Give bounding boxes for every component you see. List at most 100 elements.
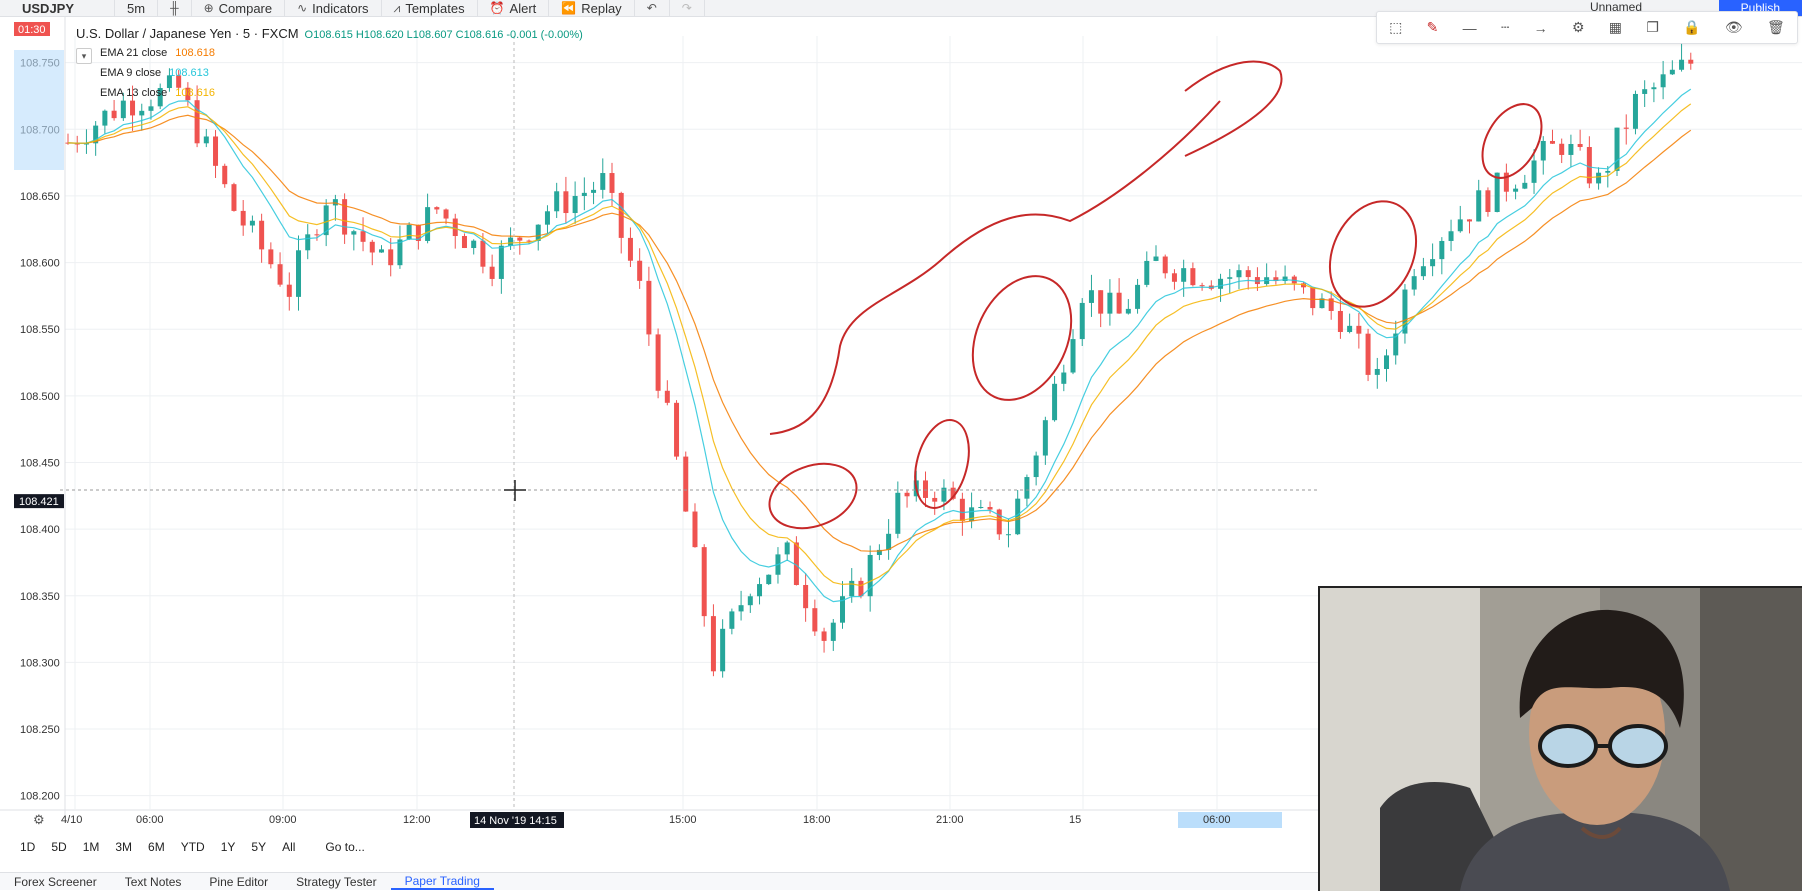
candle-body — [231, 184, 237, 211]
candle-body — [461, 236, 467, 249]
undo-icon: ↶ — [646, 1, 657, 15]
candle-body — [1531, 160, 1537, 183]
candle-body — [1522, 182, 1528, 189]
collapse-legend-chevron-icon[interactable]: ▾ — [76, 48, 92, 64]
candle-body — [213, 136, 219, 166]
bottom-tab[interactable]: Forex Screener — [0, 875, 111, 889]
ema-lines — [67, 88, 1692, 603]
candle-body — [1162, 256, 1168, 274]
candle-body — [830, 622, 836, 641]
compare-button[interactable]: ⊕ Compare — [192, 0, 286, 16]
bottom-tab[interactable]: Text Notes — [111, 875, 196, 889]
interval-button[interactable]: 5m — [115, 0, 159, 16]
price-axis-selection — [14, 50, 64, 170]
undo-button[interactable]: ↶ — [635, 0, 670, 16]
range-button[interactable]: 1D — [12, 840, 43, 854]
candle-body — [1199, 285, 1205, 287]
candle-body — [1116, 292, 1122, 314]
bottom-tab[interactable]: Pine Editor — [195, 875, 282, 889]
ema-line — [67, 114, 1692, 552]
range-button[interactable]: 6M — [140, 840, 173, 854]
candle-body — [1181, 268, 1187, 282]
symbol-search[interactable]: USDJPY — [0, 0, 115, 16]
candle-body — [443, 209, 449, 219]
candle-body — [1190, 268, 1196, 286]
candle-body — [1439, 240, 1445, 260]
ema-legend-row[interactable]: EMA 21 close 108.618 — [100, 47, 583, 59]
candle-body — [600, 173, 606, 190]
candle-body — [554, 191, 560, 212]
candle-body — [259, 220, 265, 250]
chart-type-button[interactable]: ╫ — [158, 0, 192, 16]
symbol-label: USDJPY — [22, 0, 75, 16]
candle-body — [388, 249, 394, 266]
candle-body — [268, 249, 274, 265]
ema-legend-value: 108.618 — [175, 47, 216, 59]
range-button[interactable]: 5Y — [243, 840, 274, 854]
candle-body — [1688, 59, 1694, 64]
range-button[interactable]: YTD — [173, 840, 213, 854]
candle-body — [194, 100, 200, 144]
candle-body — [1310, 287, 1316, 309]
candle-body — [987, 506, 993, 510]
candle-body — [1218, 278, 1224, 289]
bottom-tab[interactable]: Paper Trading — [390, 874, 494, 890]
candle-body — [332, 199, 338, 206]
candle-body — [305, 234, 311, 251]
redo-button[interactable]: ↷ — [670, 0, 705, 16]
candle-body — [489, 266, 495, 279]
price-tick-label: 108.500 — [20, 391, 60, 403]
ema-legend-row[interactable]: EMA 9 close 108.613 — [100, 67, 583, 79]
price-tick-label: 108.650 — [20, 191, 60, 203]
alert-button[interactable]: ⏰ Alert — [478, 0, 550, 16]
candle-body — [581, 192, 587, 196]
candles-icon: ╫ — [170, 1, 179, 15]
candle-body — [1024, 477, 1030, 499]
candle-body — [729, 611, 735, 629]
templates-button[interactable]: ⩘ Templates — [382, 0, 478, 16]
price-tick-label: 108.300 — [20, 657, 60, 669]
range-button[interactable]: 1M — [75, 840, 108, 854]
templates-label: Templates — [405, 0, 465, 16]
price-axis[interactable]: 108.750108.700108.650108.600108.550108.5… — [14, 16, 66, 816]
candle-body — [1679, 59, 1685, 70]
candle-body — [1227, 277, 1233, 279]
candle-body — [517, 237, 523, 241]
candle-body — [508, 237, 514, 246]
redo-icon: ↷ — [681, 1, 692, 15]
time-tick-label: 21:00 — [936, 814, 964, 826]
price-tick-label: 108.400 — [20, 524, 60, 536]
time-axis[interactable]: 4/1006:0009:0012:0015:0018:0021:001503:0… — [0, 809, 1318, 828]
price-tick-label: 108.200 — [20, 791, 60, 803]
goto-button[interactable]: Go to... — [317, 840, 372, 854]
candle-body — [821, 631, 827, 641]
candle-body — [1457, 219, 1463, 232]
range-button[interactable]: 3M — [107, 840, 140, 854]
candle-body — [480, 240, 486, 267]
rewind-icon: ⏪ — [561, 1, 577, 15]
candle-body — [1485, 190, 1491, 212]
ema-legend-label: EMA 21 close — [100, 47, 168, 59]
webcam-person-image — [1320, 588, 1802, 891]
candle-body — [1079, 302, 1085, 340]
replay-button[interactable]: ⏪ Replay — [549, 0, 635, 16]
indicators-button[interactable]: ∿ Indicators — [285, 0, 382, 16]
ema-legend-row[interactable]: EMA 13 close 108.616 — [100, 87, 583, 99]
alert-label: Alert — [509, 0, 537, 16]
range-button[interactable]: All — [274, 840, 303, 854]
candle-body — [1107, 292, 1113, 314]
range-button[interactable]: 5D — [43, 840, 74, 854]
candle-body — [1042, 420, 1048, 456]
candle-body — [1337, 310, 1343, 332]
price-tick-label: 108.350 — [20, 591, 60, 603]
candle-body — [1411, 276, 1417, 290]
candle-body — [1070, 339, 1076, 373]
candle-body — [1596, 172, 1602, 184]
candle-body — [664, 390, 670, 403]
time-tick-label: 09:00 — [269, 814, 297, 826]
candle-body — [692, 511, 698, 548]
ema-legend-value: 108.613 — [169, 67, 209, 79]
candle-body — [747, 596, 753, 606]
range-button[interactable]: 1Y — [213, 840, 244, 854]
bottom-tab[interactable]: Strategy Tester — [282, 875, 390, 889]
